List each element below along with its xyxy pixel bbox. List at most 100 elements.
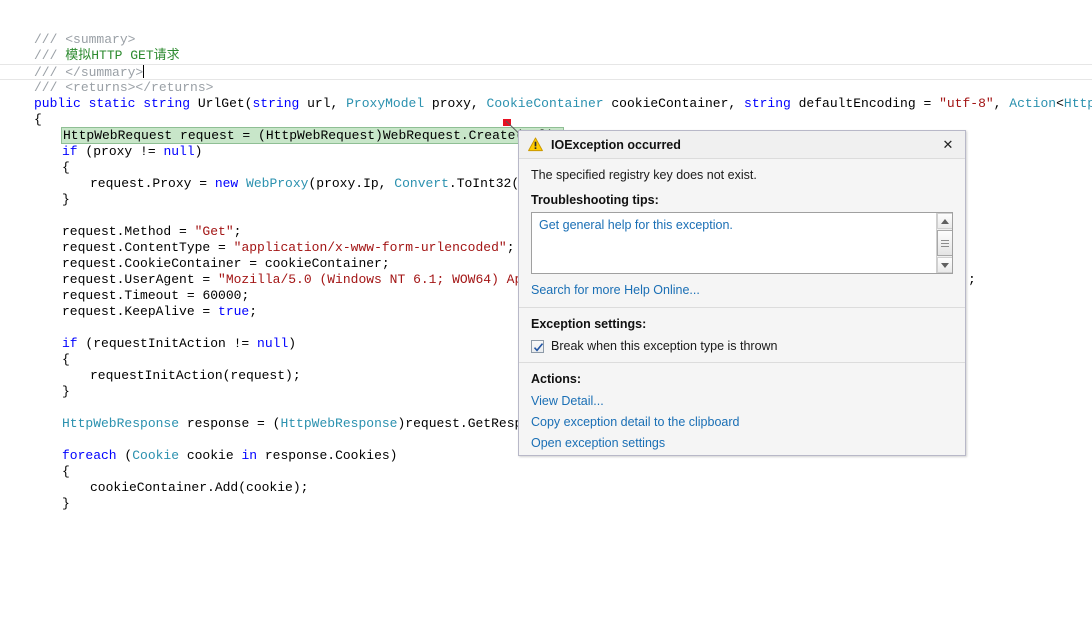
view-detail-link[interactable]: View Detail... [531, 391, 953, 412]
code-token: 60000 [202, 288, 242, 303]
code-token: ; [241, 288, 250, 303]
code-token: WebProxy [246, 176, 309, 191]
break-on-throw-label: Break when this exception type is thrown [551, 339, 778, 353]
code-token: request.Method = [62, 224, 195, 239]
code-line[interactable]: { [0, 464, 1092, 480]
code-token: if [62, 336, 78, 351]
code-token: </summary> [65, 65, 144, 80]
code-token: ) [194, 144, 203, 159]
code-token: request.ContentType = [62, 240, 234, 255]
code-token: HttpWebResponse [280, 416, 398, 431]
code-token: , [993, 96, 1010, 111]
code-line[interactable]: /// </summary> [0, 64, 1092, 80]
code-token: ; [968, 272, 976, 287]
code-token: foreach [62, 448, 117, 463]
code-token: (proxy != [77, 144, 164, 159]
code-token: ; [506, 240, 515, 255]
code-token: CookieContainer [486, 96, 604, 111]
break-on-throw-checkbox[interactable] [531, 339, 544, 353]
troubleshooting-tips-box[interactable]: Get general help for this exception. [531, 212, 953, 274]
actions-heading: Actions: [531, 372, 581, 386]
troubleshooting-section: Troubleshooting tips: Get general help f… [519, 193, 965, 274]
code-token: url, [299, 96, 347, 111]
code-line[interactable]: { [0, 112, 1092, 128]
dialog-title: IOException occurred [551, 137, 681, 152]
search-help-online-link[interactable]: Search for more Help Online... [519, 274, 965, 307]
chevron-down-icon [941, 262, 949, 268]
code-line[interactable]: /// <summary> [0, 32, 1092, 48]
scroll-up-button[interactable] [937, 213, 952, 229]
code-token: HttpWebResponse [62, 416, 180, 431]
code-token: null [257, 336, 289, 351]
tips-scrollbar[interactable] [936, 213, 952, 273]
code-token: { [62, 464, 70, 479]
code-token: ProxyModel [346, 96, 425, 111]
scrollbar-thumb[interactable] [937, 230, 952, 256]
code-token: response = ( [179, 416, 281, 431]
code-token: true [218, 304, 250, 319]
code-token: { [62, 160, 70, 175]
code-token: /// [34, 80, 66, 95]
exception-settings-heading: Exception settings: [531, 317, 647, 331]
code-token: string [252, 96, 300, 111]
code-token: "Get" [194, 224, 234, 239]
code-token: /// [34, 48, 66, 63]
code-token: cookieContainer.Add(cookie); [90, 480, 309, 495]
code-token: cookie [179, 448, 242, 463]
exception-assistant-dialog[interactable]: IOException occurred ✕ The specified reg… [518, 130, 966, 456]
code-token: defaultEncoding = [790, 96, 940, 111]
exception-settings-section: Exception settings: Break when this exce… [519, 308, 965, 362]
code-token: if [62, 144, 78, 159]
code-token: cookieContainer, [603, 96, 745, 111]
code-token: < [1056, 96, 1064, 111]
code-line[interactable]: /// <returns></returns> [0, 80, 1092, 96]
code-token: (proxy.Ip, [308, 176, 395, 191]
text-caret [143, 65, 145, 78]
code-token: <summary> [65, 32, 136, 47]
code-token: ; [233, 224, 242, 239]
general-help-link[interactable]: Get general help for this exception. [532, 213, 952, 237]
code-line[interactable]: cookieContainer.Add(cookie); [0, 480, 1092, 496]
code-token: request.UserAgent = [62, 272, 219, 287]
code-token: request.CookieContainer = cookieContaine… [62, 256, 390, 271]
code-token: HttpWebRequest request = (HttpWebRequest… [63, 128, 563, 143]
actions-section: Actions: View Detail... Copy exception d… [519, 363, 965, 464]
code-token: null [163, 144, 195, 159]
copy-exception-detail-link[interactable]: Copy exception detail to the clipboard [531, 412, 953, 433]
scroll-down-button[interactable] [937, 257, 952, 273]
code-token: new [214, 176, 239, 191]
exception-message: The specified registry key does not exis… [531, 168, 757, 182]
code-token: ) [288, 336, 297, 351]
code-token: proxy, [424, 96, 487, 111]
code-token: 模拟HTTP GET请求 [65, 48, 180, 63]
code-token: requestInitAction(request); [90, 368, 301, 383]
code-token: response.Cookies) [257, 448, 398, 463]
code-line[interactable]: } [0, 496, 1092, 512]
code-line[interactable]: public static string UrlGet(string url, … [0, 96, 1092, 112]
code-token: Cookie [132, 448, 180, 463]
error-marker-icon [503, 119, 511, 126]
close-icon[interactable]: ✕ [937, 135, 959, 155]
code-token: Convert [394, 176, 449, 191]
code-token: request.Timeout = [62, 288, 203, 303]
break-on-throw-row[interactable]: Break when this exception type is thrown [531, 336, 953, 353]
code-token: public [34, 96, 81, 111]
code-token: } [62, 384, 70, 399]
code-token: in [241, 448, 258, 463]
code-token: HttpWebRequest [1063, 96, 1092, 111]
current-statement-highlight: HttpWebRequest request = (HttpWebRequest… [60, 127, 565, 144]
code-token: Action [1009, 96, 1057, 111]
code-token: string [143, 96, 191, 111]
checkmark-icon [533, 342, 544, 352]
code-token: ( [116, 448, 133, 463]
dialog-body: The specified registry key does not exis… [519, 159, 965, 464]
code-token: } [62, 496, 70, 511]
code-token: "application/x-www-form-urlencoded" [233, 240, 507, 255]
open-exception-settings-link[interactable]: Open exception settings [531, 433, 953, 454]
code-token: { [34, 112, 42, 127]
code-token: } [62, 192, 70, 207]
code-token: <returns></returns> [65, 80, 214, 95]
code-token: ; [249, 304, 258, 319]
code-line[interactable]: /// 模拟HTTP GET请求 [0, 48, 1092, 64]
